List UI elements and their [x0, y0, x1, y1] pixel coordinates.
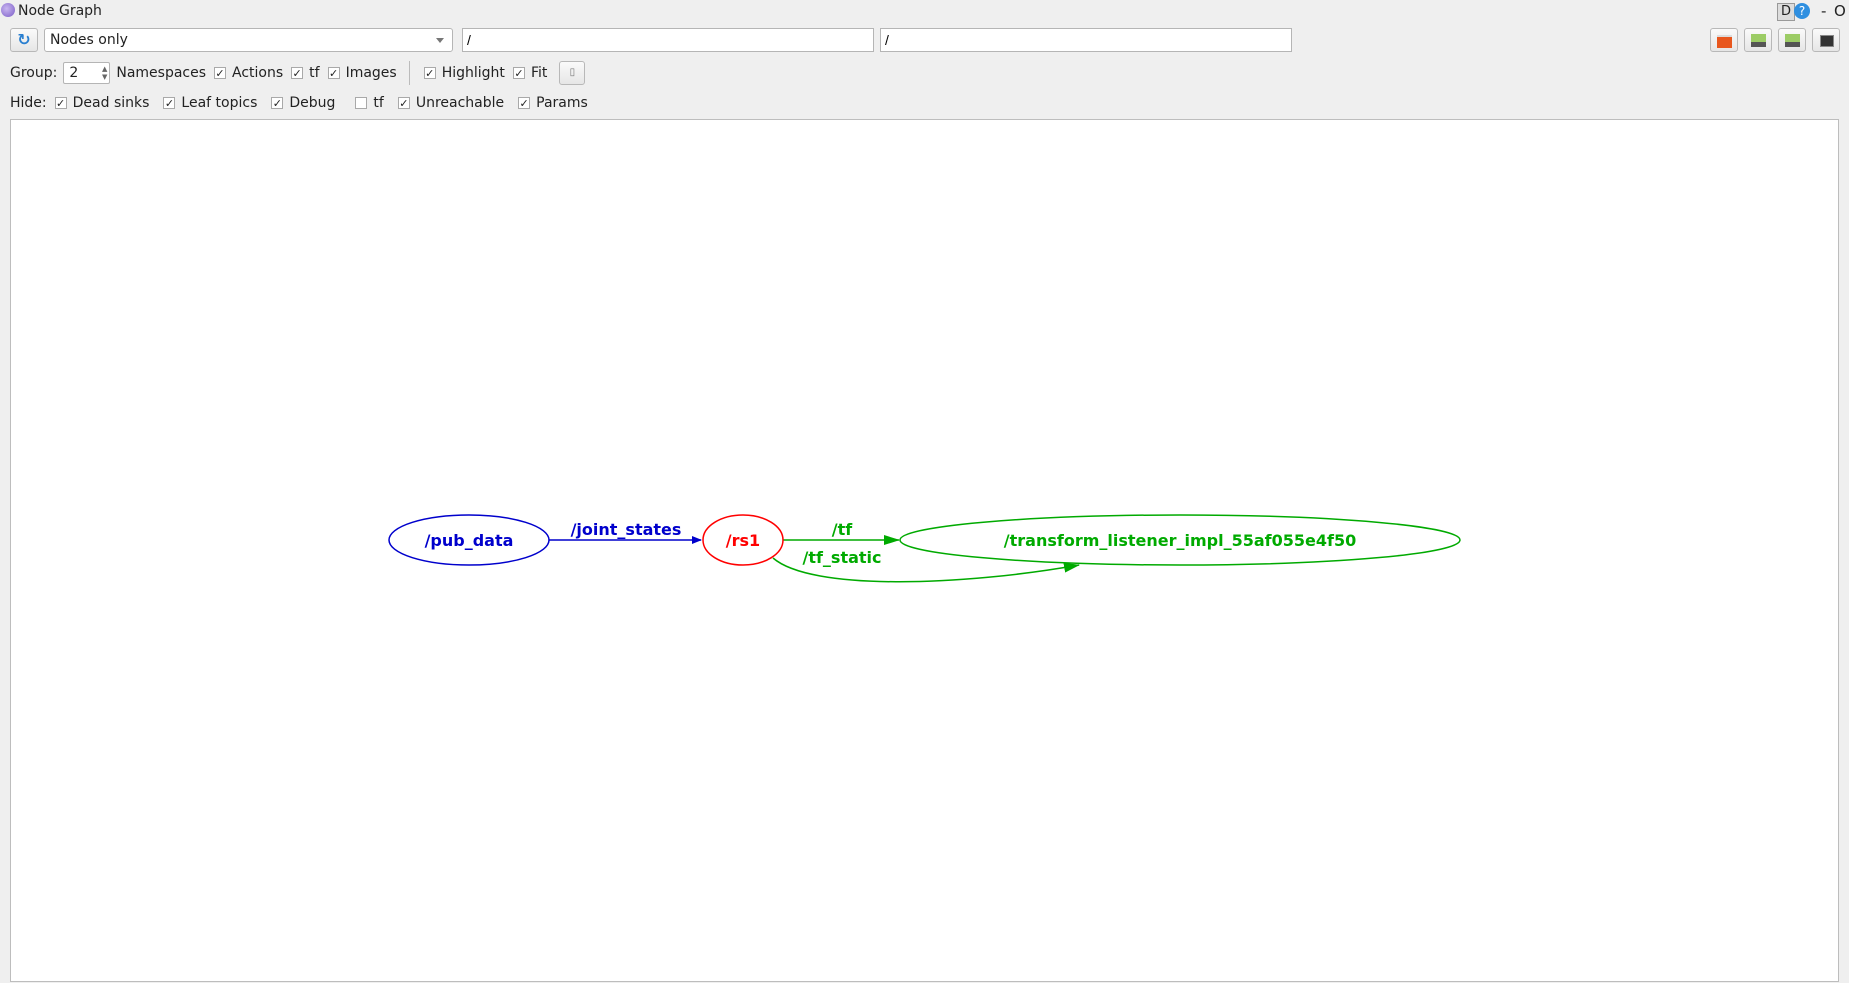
node-label-pub-data: /pub_data [425, 531, 514, 550]
edge-label-joint-states: /joint_states [571, 520, 682, 539]
spin-arrows-icon[interactable]: ▲ ▼ [102, 65, 107, 81]
image-icon [1820, 35, 1834, 47]
app-icon [1, 3, 15, 17]
save-icon [1785, 34, 1800, 47]
images-label: Images [345, 65, 397, 81]
params-label: Params [536, 95, 588, 111]
fit-view-icon: ▯ [569, 67, 576, 78]
node-rs1[interactable]: /rs1 [702, 514, 784, 566]
leaf-topics-label: Leaf topics [181, 95, 258, 111]
node-filter-input[interactable] [462, 28, 874, 52]
node-pub-data[interactable]: /pub_data [388, 514, 550, 566]
refresh-icon: ↻ [17, 30, 31, 49]
group-label: Group: [10, 65, 58, 81]
node-transform-listener[interactable]: /transform_listener_impl_55af055e4f50 [899, 514, 1461, 566]
edge-label-tf: /tf [832, 520, 853, 539]
unreachable-checkbox[interactable]: ✓ [397, 97, 410, 110]
highlight-checkbox[interactable]: ✓ [423, 67, 436, 80]
save-icon [1751, 34, 1766, 47]
edge-tf[interactable]: /tf [783, 520, 900, 545]
fit-label: Fit [530, 65, 548, 81]
chevron-down-icon [436, 38, 444, 43]
close-button[interactable]: O [1834, 2, 1846, 20]
hide-tf-label: tf [373, 95, 384, 111]
load-dot-button[interactable] [1710, 28, 1738, 52]
hide-label: Hide: [10, 95, 47, 111]
edge-label-tf-static: /tf_static [802, 548, 881, 567]
window-title: Node Graph [18, 3, 102, 19]
topic-filter-input[interactable] [880, 28, 1292, 52]
debug-label: Debug [289, 95, 336, 111]
save-image-button[interactable] [1812, 28, 1840, 52]
debug-checkbox[interactable]: ✓ [271, 97, 284, 110]
leaf-topics-checkbox[interactable]: ✓ [163, 97, 176, 110]
actions-label: Actions [232, 65, 284, 81]
save-dot-button[interactable] [1744, 28, 1772, 52]
dead-sinks-checkbox[interactable]: ✓ [54, 97, 67, 110]
fit-view-button[interactable]: ▯ [559, 61, 586, 85]
hide-tf-checkbox[interactable] [355, 97, 368, 109]
minimize-button[interactable]: - [1821, 2, 1826, 20]
params-checkbox[interactable]: ✓ [518, 97, 531, 110]
actions-checkbox[interactable]: ✓ [214, 67, 227, 80]
images-checkbox[interactable]: ✓ [327, 67, 340, 80]
namespaces-label: Namespaces [116, 65, 207, 81]
tf-label: tf [309, 65, 320, 81]
folder-icon [1717, 35, 1732, 48]
options-row: Group: 2 ▲ ▼ Namespaces ✓ Actions ✓ tf ✓ Imag… [10, 60, 586, 86]
graph-type-select[interactable]: Nodes only [44, 28, 453, 52]
highlight-label: Highlight [441, 65, 505, 81]
node-label-transform-listener: /transform_listener_impl_55af055e4f50 [1004, 531, 1356, 550]
hide-row: Hide: ✓ Dead sinks ✓ Leaf topics ✓ Debug tf… [10, 91, 588, 115]
tf-checkbox[interactable]: ✓ [291, 67, 304, 80]
unreachable-label: Unreachable [415, 95, 505, 111]
graph-type-value: Nodes only [50, 32, 128, 48]
node-label-rs1: /rs1 [726, 531, 760, 550]
fit-checkbox[interactable]: ✓ [512, 67, 525, 80]
edge-tf-static[interactable]: /tf_static [772, 548, 1080, 583]
refresh-button[interactable]: ↻ [10, 28, 38, 52]
dock-button[interactable]: D [1777, 3, 1795, 21]
graph-canvas[interactable]: /joint_states /tf /tf_static /pub_data /… [10, 119, 1839, 982]
dead-sinks-label: Dead sinks [72, 95, 150, 111]
group-value: 2 [69, 65, 79, 81]
help-button[interactable]: ? [1794, 3, 1810, 19]
divider [408, 61, 410, 85]
edge-joint-states[interactable]: /joint_states [549, 520, 702, 544]
graph-svg: /joint_states /tf /tf_static /pub_data /… [388, 514, 1461, 583]
group-spinbox[interactable]: 2 ▲ ▼ [63, 62, 111, 84]
save-svg-button[interactable] [1778, 28, 1806, 52]
